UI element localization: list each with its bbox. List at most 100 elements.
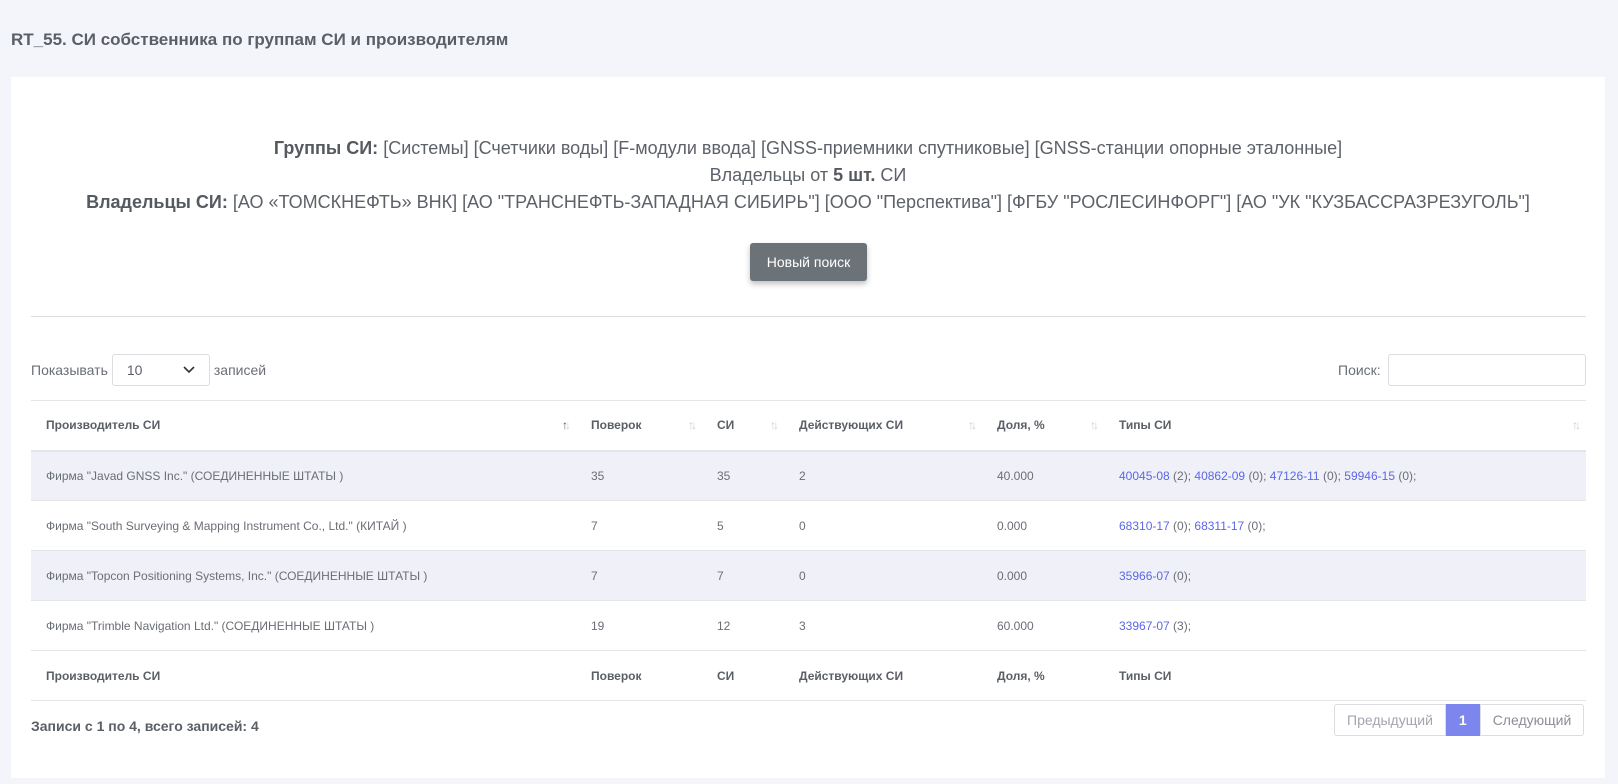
- sort-icon: ↑↓: [562, 418, 571, 432]
- results-table: Производитель СИ ↑↓ Поверок ↑↓ СИ ↑↓ Действ…: [31, 400, 1586, 701]
- cell-active: 0: [799, 518, 806, 533]
- footer-share: Доля, %: [997, 668, 1045, 683]
- cell-active: 0: [799, 568, 806, 583]
- sort-icon: ↑↓: [968, 418, 977, 432]
- divider: [31, 316, 1586, 317]
- cell-share: 60.000: [997, 618, 1034, 633]
- owners-from-count: 5 шт.: [833, 165, 876, 185]
- table-row: Фирма "Javad GNSS Inc." (СОЕДИНЕННЫЕ ШТА…: [31, 450, 1586, 501]
- cell-types: 33967-07 (3);: [1104, 601, 1586, 651]
- cell-verifications: 19: [591, 618, 605, 633]
- cell-manufacturer: Фирма "Trimble Navigation Ltd." (СОЕДИНЕ…: [46, 618, 375, 633]
- cell-verifications: 7: [591, 568, 598, 583]
- header-label: Доля, %: [997, 418, 1045, 433]
- records-info: Записи с 1 по 4, всего записей: 4: [31, 718, 259, 734]
- page-length-value: 10: [126, 362, 143, 378]
- table-row: Фирма "South Surveying & Mapping Instrum…: [31, 501, 1586, 551]
- cell-active: 2: [799, 468, 806, 483]
- type-link[interactable]: 33967-07: [1119, 619, 1170, 633]
- owners-from-prefix: Владельцы от: [709, 165, 829, 185]
- type-count: (0);: [1245, 468, 1270, 483]
- sort-icon: ↑↓: [1090, 418, 1099, 432]
- cell-types: 35966-07 (0);: [1104, 551, 1586, 601]
- pagination: Предыдущий 1 Следующий: [1334, 704, 1585, 736]
- sort-icon: ↑↓: [770, 418, 779, 432]
- cell-si: 12: [717, 618, 731, 633]
- table-header-row: Производитель СИ ↑↓ Поверок ↑↓ СИ ↑↓ Действ…: [31, 400, 1586, 451]
- groups-label: Группы СИ:: [273, 138, 379, 158]
- owners-label: Владельцы СИ:: [86, 192, 228, 212]
- type-link[interactable]: 68311-17: [1194, 519, 1244, 533]
- type-link[interactable]: 35966-07: [1119, 569, 1170, 583]
- owners-from-suffix: СИ: [880, 165, 907, 185]
- type-count: (3);: [1169, 618, 1192, 633]
- owners-value: [АО «ТОМСКНЕФТЬ» ВНК] [АО "ТРАНСНЕФТЬ-ЗА…: [232, 192, 1530, 212]
- search-summary: Группы СИ: [Системы] [Счетчики воды] [F-…: [11, 135, 1605, 216]
- groups-line: Группы СИ: [Системы] [Счетчики воды] [F-…: [11, 135, 1605, 162]
- type-link[interactable]: 47126-11: [1270, 469, 1320, 483]
- column-header-manufacturer[interactable]: Производитель СИ ↑↓: [31, 401, 576, 451]
- cell-types: 40045-08 (2); 40862-09 (0); 47126-11 (0)…: [1104, 451, 1586, 501]
- page-length-select[interactable]: 10: [111, 354, 210, 386]
- footer-active: Действующих СИ: [799, 668, 904, 683]
- type-link[interactable]: 59946-15: [1344, 469, 1395, 483]
- cell-verifications: 35: [591, 468, 605, 483]
- groups-value: [Системы] [Счетчики воды] [F-модули ввод…: [383, 138, 1343, 158]
- header-label: СИ: [717, 418, 735, 433]
- footer-types: Типы СИ: [1119, 668, 1172, 683]
- table-footer-row: Производитель СИ Поверок СИ Действующих …: [31, 650, 1586, 701]
- previous-page-button[interactable]: Предыдущий: [1334, 704, 1446, 736]
- report-card: Группы СИ: [Системы] [Счетчики воды] [F-…: [11, 77, 1605, 778]
- cell-share: 40.000: [997, 468, 1034, 483]
- new-search-button[interactable]: Новый поиск: [750, 243, 867, 281]
- sort-icon: ↑↓: [688, 418, 697, 432]
- table-row: Фирма "Topcon Positioning Systems, Inc."…: [31, 550, 1586, 601]
- sort-icon: ↑↓: [1572, 418, 1581, 432]
- search-label: Поиск:: [1338, 362, 1381, 378]
- owners-line: Владельцы СИ: [АО «ТОМСКНЕФТЬ» ВНК] [АО …: [11, 189, 1605, 216]
- cell-si: 5: [717, 518, 724, 533]
- type-count: (0);: [1244, 518, 1266, 533]
- cell-share: 0.000: [997, 568, 1028, 583]
- column-header-si[interactable]: СИ ↑↓: [702, 401, 784, 451]
- cell-manufacturer: Фирма "Javad GNSS Inc." (СОЕДИНЕННЫЕ ШТА…: [46, 468, 344, 483]
- page-length-control: Показывать 10 записей: [31, 354, 266, 386]
- chevron-down-icon: [183, 366, 195, 374]
- type-count: (0);: [1319, 468, 1345, 483]
- cell-active: 3: [799, 618, 806, 633]
- footer-manufacturer: Производитель СИ: [46, 668, 161, 683]
- page-title: RT_55. СИ собственника по группам СИ и п…: [11, 30, 509, 49]
- cell-types: 68310-17 (0); 68311-17 (0);: [1104, 501, 1586, 551]
- type-count: (2);: [1169, 468, 1195, 483]
- cell-si: 7: [717, 568, 724, 583]
- footer-si: СИ: [717, 668, 735, 683]
- cell-share: 0.000: [997, 518, 1028, 533]
- header-label: Поверок: [591, 418, 642, 433]
- next-page-button[interactable]: Следующий: [1479, 704, 1585, 736]
- cell-si: 35: [717, 468, 731, 483]
- column-header-verifications[interactable]: Поверок ↑↓: [576, 401, 702, 451]
- header-label: Производитель СИ: [46, 418, 161, 433]
- table-search: Поиск:: [1338, 354, 1586, 386]
- column-header-share[interactable]: Доля, % ↑↓: [982, 401, 1104, 451]
- column-header-types[interactable]: Типы СИ ↑↓: [1104, 401, 1586, 451]
- column-header-active[interactable]: Действующих СИ ↑↓: [784, 401, 982, 451]
- cell-verifications: 7: [591, 518, 598, 533]
- show-label: Показывать: [31, 362, 108, 378]
- type-link[interactable]: 68310-17: [1119, 519, 1170, 533]
- type-link[interactable]: 40862-09: [1194, 469, 1245, 483]
- cell-manufacturer: Фирма "South Surveying & Mapping Instrum…: [46, 518, 407, 533]
- header-label: Типы СИ: [1119, 418, 1172, 433]
- table-row: Фирма "Trimble Navigation Ltd." (СОЕДИНЕ…: [31, 601, 1586, 651]
- header-label: Действующих СИ: [799, 418, 904, 433]
- search-input[interactable]: [1387, 354, 1586, 386]
- page-1-button[interactable]: 1: [1445, 704, 1480, 736]
- type-link[interactable]: 40045-08: [1119, 469, 1170, 483]
- type-count: (0);: [1169, 518, 1195, 533]
- type-count: (0);: [1169, 568, 1192, 583]
- cell-manufacturer: Фирма "Topcon Positioning Systems, Inc."…: [46, 568, 428, 583]
- footer-verifications: Поверок: [591, 668, 642, 683]
- type-count: (0);: [1395, 468, 1417, 483]
- owners-threshold-line: Владельцы от 5 шт. СИ: [11, 162, 1605, 189]
- records-label: записей: [213, 362, 267, 378]
